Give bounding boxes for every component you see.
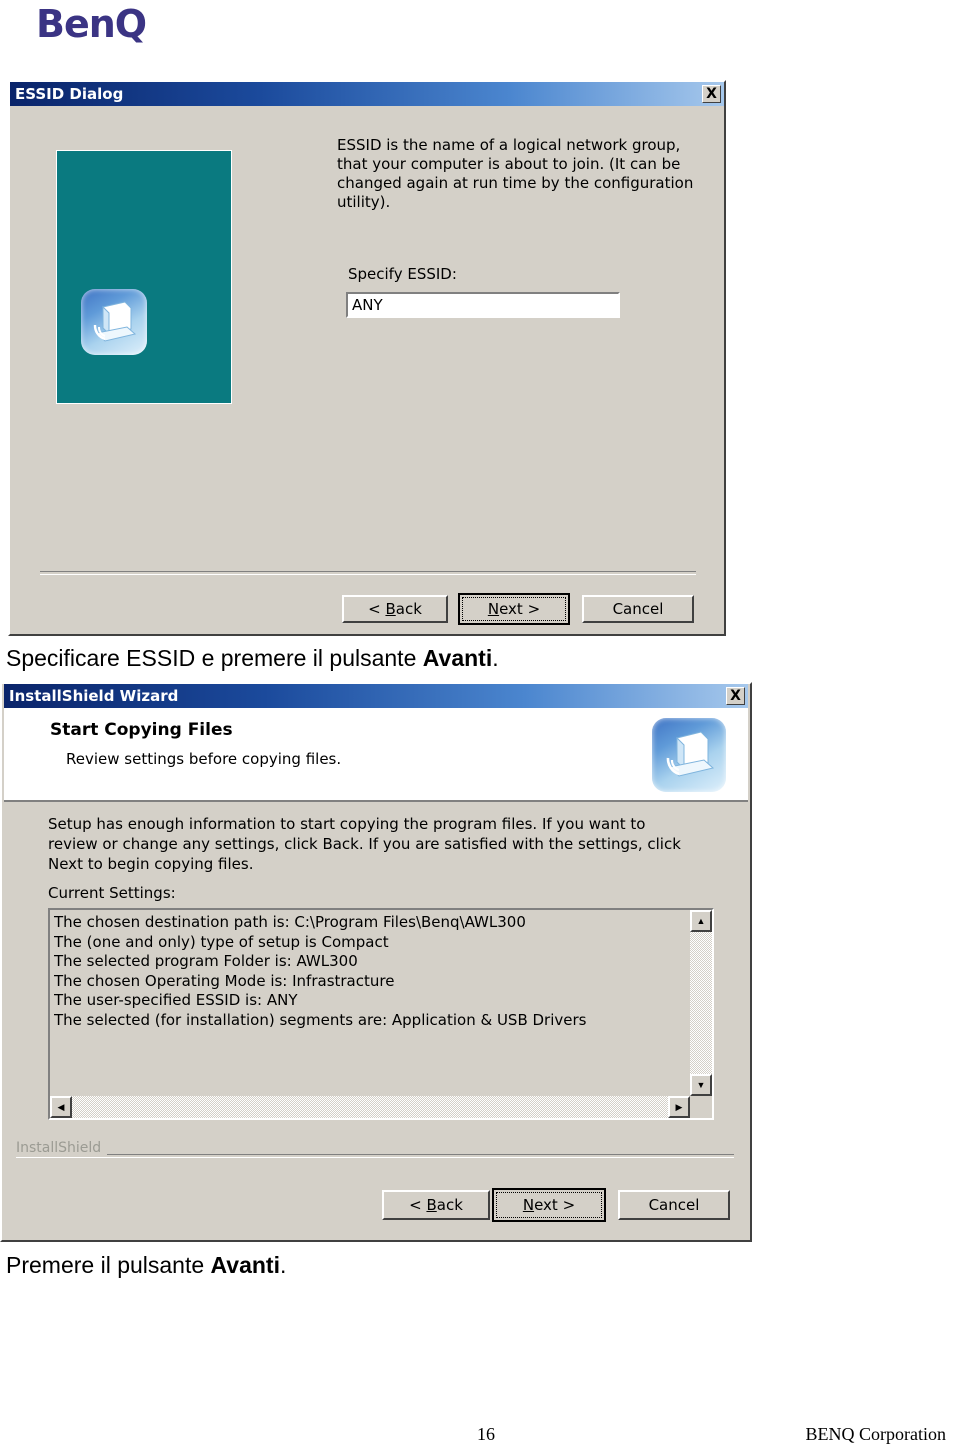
essid-dialog-titlebar: ESSID Dialog X: [10, 82, 724, 106]
next-button[interactable]: Next >: [458, 593, 570, 625]
divider: [16, 1154, 734, 1158]
list-item: The (one and only) type of setup is Comp…: [54, 932, 389, 951]
caption-2-text: Premere il pulsante: [6, 1252, 211, 1278]
installshield-branding: InstallShield: [16, 1140, 108, 1156]
page-title: Start Copying Files: [50, 720, 233, 740]
cancel-button[interactable]: Cancel: [582, 595, 694, 623]
caption-2-end: .: [280, 1252, 287, 1278]
caption-specify-essid: Specificare ESSID e premere il pulsante …: [6, 645, 499, 672]
cancel-button-label: Cancel: [612, 600, 664, 618]
essid-side-panel: [56, 150, 232, 404]
settings-list: The chosen destination path is: C:\Progr…: [54, 913, 684, 1030]
current-settings-label: Current Settings:: [48, 884, 176, 902]
next-button-label: Next >: [496, 1192, 602, 1218]
list-item: The user-specified ESSID is: ANY: [54, 991, 298, 1009]
list-item: The selected (for installation) segments…: [54, 1010, 587, 1029]
scroll-up-icon[interactable]: ▲: [690, 910, 712, 932]
essid-input[interactable]: ANY: [346, 292, 620, 318]
scroll-right-icon[interactable]: ▶: [668, 1096, 690, 1118]
installshield-header: Start Copying Files Review settings befo…: [4, 708, 748, 802]
footer-corporation: BENQ Corporation: [805, 1424, 946, 1444]
installshield-content: Setup has enough information to start co…: [4, 804, 748, 1238]
page-subtitle: Review settings before copying files.: [66, 750, 342, 768]
scroll-down-icon[interactable]: ▼: [690, 1074, 712, 1096]
horizontal-scrollbar[interactable]: ◀ ▶: [50, 1096, 690, 1118]
essid-dialog-window: ESSID Dialog X ESSID is the name of a lo…: [8, 80, 726, 636]
list-item: The selected program Folder is: AWL300: [54, 952, 358, 970]
benq-logo: BenQ: [36, 2, 147, 46]
caption-press-next: Premere il pulsante Avanti.: [6, 1252, 286, 1279]
essid-dialog-body: ESSID is the name of a logical network g…: [12, 108, 722, 632]
close-icon[interactable]: X: [726, 687, 745, 705]
list-item: The chosen destination path is: C:\Progr…: [54, 913, 526, 931]
vertical-scrollbar[interactable]: ▲ ▼: [690, 910, 712, 1096]
installer-computer-icon: [652, 718, 726, 792]
next-button-label: Next >: [462, 597, 566, 621]
back-button[interactable]: < Back: [382, 1190, 490, 1220]
back-button-label: < Back: [409, 1196, 463, 1214]
back-button-label: < Back: [368, 600, 422, 618]
installshield-body: InstallShield Wizard X Start Copying Fil…: [4, 684, 748, 1238]
installshield-titlebar: InstallShield Wizard X: [4, 684, 748, 708]
close-icon[interactable]: X: [702, 85, 721, 103]
installshield-title: InstallShield Wizard: [9, 687, 179, 705]
back-button[interactable]: < Back: [342, 595, 448, 623]
caption-2-bold: Avanti: [210, 1252, 280, 1278]
current-settings-listbox[interactable]: The chosen destination path is: C:\Progr…: [48, 908, 714, 1120]
essid-dialog-title: ESSID Dialog: [15, 85, 124, 103]
scrollbar-corner: [690, 1096, 712, 1118]
next-button[interactable]: Next >: [492, 1188, 606, 1222]
caption-1-text: Specificare ESSID e premere il pulsante: [6, 645, 423, 671]
list-item: The chosen Operating Mode is: Infrastrac…: [54, 971, 395, 990]
instructions-text: Setup has enough information to start co…: [48, 815, 681, 873]
installer-computer-icon: [81, 289, 147, 355]
essid-description-text: ESSID is the name of a logical network g…: [337, 136, 694, 211]
cancel-button[interactable]: Cancel: [618, 1190, 730, 1220]
divider: [40, 571, 696, 575]
caption-1-bold: Avanti: [422, 645, 493, 671]
specify-essid-label: Specify ESSID:: [348, 265, 457, 283]
page-number: 16: [477, 1424, 495, 1444]
caption-1-end: .: [492, 645, 499, 671]
cancel-button-label: Cancel: [648, 1196, 700, 1214]
scroll-left-icon[interactable]: ◀: [50, 1096, 72, 1118]
installshield-wizard-window: InstallShield Wizard X Start Copying Fil…: [0, 682, 752, 1242]
